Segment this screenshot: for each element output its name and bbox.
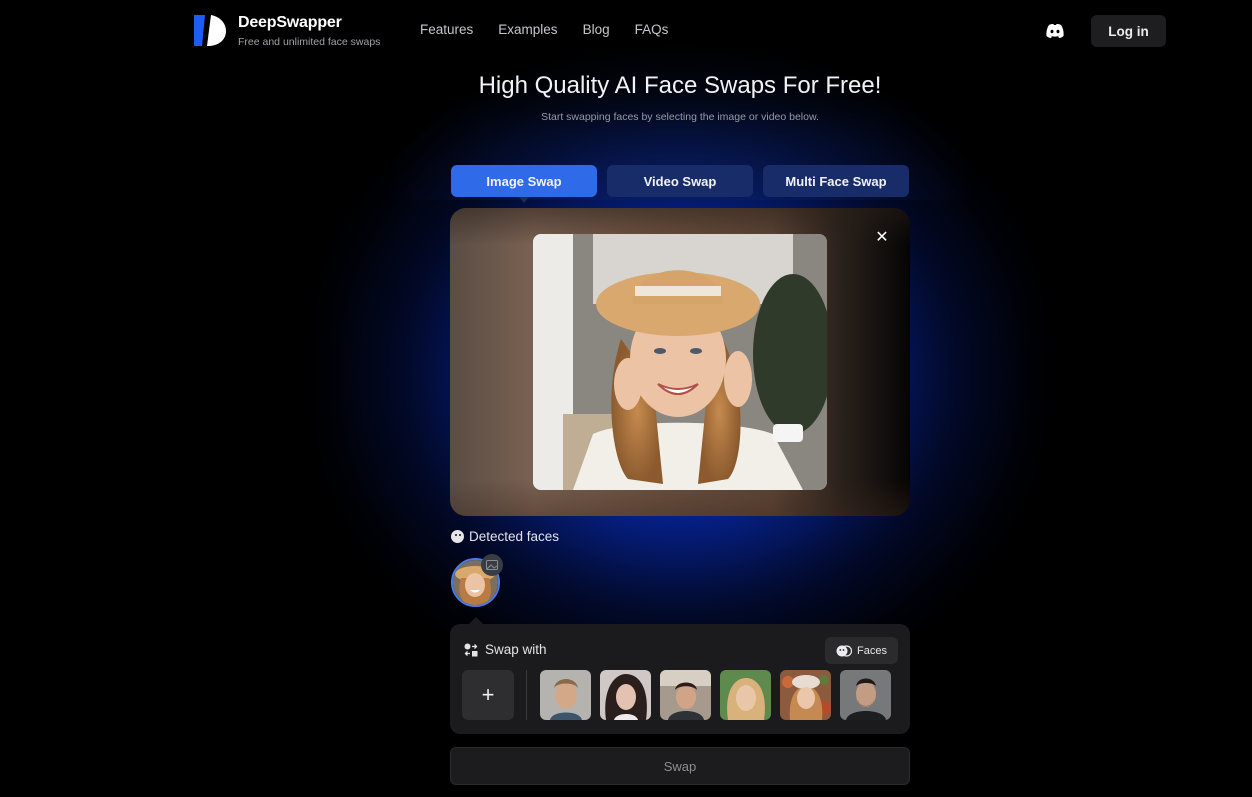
divider bbox=[526, 670, 527, 720]
add-face-button[interactable]: + bbox=[462, 670, 514, 720]
uploaded-image-illustration bbox=[533, 234, 827, 490]
main-nav: Features Examples Blog FAQs bbox=[420, 22, 668, 37]
swap-button[interactable]: Swap bbox=[450, 747, 910, 785]
nav-features[interactable]: Features bbox=[420, 22, 473, 37]
faces-icon bbox=[836, 644, 853, 657]
uploaded-image bbox=[533, 234, 827, 490]
brand-tagline: Free and unlimited face swaps bbox=[238, 36, 381, 48]
detected-faces-heading: Detected faces bbox=[451, 529, 559, 544]
face-option-2[interactable] bbox=[600, 670, 651, 720]
face-option-1[interactable] bbox=[540, 670, 591, 720]
face-options-list bbox=[540, 670, 891, 720]
deepswapper-logo[interactable] bbox=[193, 14, 227, 47]
header: DeepSwapper Free and unlimited face swap… bbox=[0, 0, 1252, 62]
page-title: High Quality AI Face Swaps For Free! bbox=[478, 72, 882, 99]
discord-icon[interactable] bbox=[1045, 23, 1065, 39]
swap-mode-tabs: Image Swap Video Swap Multi Face Swap bbox=[451, 165, 909, 203]
tab-image-swap[interactable]: Image Swap bbox=[451, 165, 597, 203]
page-subtitle: Start swapping faces by selecting the im… bbox=[541, 111, 819, 123]
face-option-6[interactable] bbox=[840, 670, 891, 720]
face-image-badge[interactable] bbox=[481, 554, 503, 576]
swap-with-label: Swap with bbox=[485, 642, 547, 657]
swap-with-panel: Swap with Faces + bbox=[450, 624, 910, 734]
close-preview-button[interactable]: ✕ bbox=[870, 226, 894, 248]
tab-video-swap[interactable]: Video Swap bbox=[607, 165, 753, 197]
detected-faces-label: Detected faces bbox=[469, 529, 560, 544]
faces-button-label: Faces bbox=[857, 644, 887, 657]
face-option-4[interactable] bbox=[720, 670, 771, 720]
plus-icon: + bbox=[481, 682, 495, 707]
faces-button[interactable]: Faces bbox=[825, 637, 898, 664]
brand-name: DeepSwapper bbox=[238, 14, 342, 31]
nav-faqs[interactable]: FAQs bbox=[635, 22, 669, 37]
face-option-5[interactable] bbox=[780, 670, 831, 720]
face-option-3[interactable] bbox=[660, 670, 711, 720]
smiley-icon bbox=[451, 530, 464, 543]
image-preview-area bbox=[450, 208, 910, 516]
login-button[interactable]: Log in bbox=[1091, 15, 1166, 47]
swap-icon bbox=[464, 643, 478, 656]
swap-with-heading: Swap with bbox=[464, 642, 547, 657]
tab-multi-face-swap[interactable]: Multi Face Swap bbox=[763, 165, 909, 197]
nav-examples[interactable]: Examples bbox=[498, 22, 557, 37]
image-icon bbox=[486, 559, 498, 570]
close-icon: ✕ bbox=[875, 229, 889, 246]
nav-blog[interactable]: Blog bbox=[583, 22, 610, 37]
